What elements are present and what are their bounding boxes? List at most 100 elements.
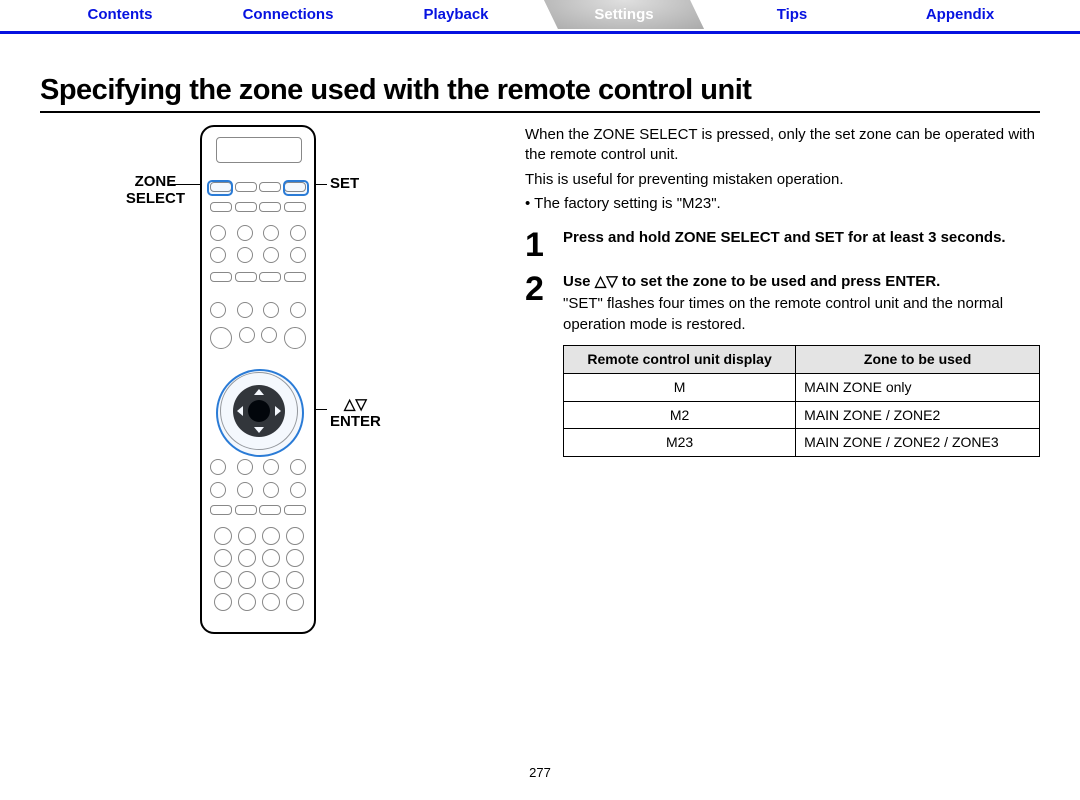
remote-btn: [263, 459, 279, 475]
remote-pill: [235, 202, 257, 212]
remote-btn: [239, 327, 255, 343]
zone-th-zone: Zone to be used: [796, 345, 1040, 373]
step-note: "SET" flashes four times on the remote c…: [563, 294, 1040, 335]
remote: [200, 125, 316, 634]
numpad-btn: [214, 571, 232, 589]
tab-contents[interactable]: Contents: [40, 0, 200, 29]
remote-lcd: [216, 137, 302, 163]
remote-btn: [237, 225, 253, 241]
cell-display: M: [564, 373, 796, 401]
tab-connections[interactable]: Connections: [208, 0, 368, 29]
numpad-btn: [214, 527, 232, 545]
tab-label: Connections: [243, 6, 334, 23]
remote-pill: [235, 505, 257, 515]
remote-btn: [290, 247, 306, 263]
remote-btn: [263, 225, 279, 241]
intro-bullet: The factory setting is "M23".: [525, 194, 1040, 214]
remote-pill: [259, 202, 281, 212]
step-num: 1: [525, 228, 551, 262]
numpad-btn: [238, 527, 256, 545]
highlight-nav: [216, 369, 304, 457]
table-row: M23 MAIN ZONE / ZONE2 / ZONE3: [564, 429, 1040, 457]
remote-btn: [263, 302, 279, 318]
remote-btn: [210, 327, 232, 349]
numpad-btn: [262, 527, 280, 545]
page-number: 277: [40, 765, 1040, 780]
remote-btn: [210, 459, 226, 475]
number-pad: [214, 527, 302, 611]
tab-tips[interactable]: Tips: [712, 0, 872, 29]
numpad-btn: [238, 593, 256, 611]
callout-zone-select-text: ZONE SELECT: [126, 173, 185, 207]
numpad-btn: [238, 549, 256, 567]
table-row: M2 MAIN ZONE / ZONE2: [564, 401, 1040, 429]
numpad-btn: [286, 593, 304, 611]
callout-set: SET: [330, 175, 359, 192]
numpad-btn: [286, 527, 304, 545]
page-title: Specifying the zone used with the remote…: [40, 74, 1040, 107]
numpad-btn: [214, 593, 232, 611]
tab-label: Contents: [88, 6, 153, 23]
tab-label: Tips: [777, 6, 808, 23]
remote-btn: [210, 247, 226, 263]
remote-pill: [259, 505, 281, 515]
remote-btn: [263, 247, 279, 263]
step-num: 2: [525, 272, 551, 306]
tab-playback[interactable]: Playback: [376, 0, 536, 29]
remote-btn: [237, 459, 253, 475]
tab-label: Settings: [594, 6, 653, 23]
remote-pill: [210, 272, 232, 282]
tab-label: Appendix: [926, 6, 994, 23]
numpad-btn: [214, 549, 232, 567]
remote-diagram: ZONE SELECT SET △▽ ENTER: [40, 125, 495, 685]
step-title: Press and hold ZONE SELECT and SET for a…: [563, 228, 1040, 248]
heading-rule: [40, 111, 1040, 113]
remote-btn: [237, 247, 253, 263]
numpad-btn: [238, 571, 256, 589]
remote-pill: [235, 182, 257, 192]
cell-zone: MAIN ZONE only: [796, 373, 1040, 401]
cell-display: M23: [564, 429, 796, 457]
remote-btn: [290, 302, 306, 318]
highlight-set: [283, 180, 309, 196]
tab-settings[interactable]: Settings: [544, 0, 704, 29]
numpad-btn: [262, 571, 280, 589]
step-1: 1 Press and hold ZONE SELECT and SET for…: [525, 228, 1040, 262]
nav-underline: [0, 31, 1080, 34]
remote-pill: [210, 202, 232, 212]
remote-btn: [237, 302, 253, 318]
remote-pill: [284, 202, 306, 212]
remote-pill: [210, 505, 232, 515]
remote-btn: [284, 327, 306, 349]
remote-btn: [237, 482, 253, 498]
cell-zone: MAIN ZONE / ZONE2 / ZONE3: [796, 429, 1040, 457]
highlight-zone-select: [207, 180, 233, 196]
numpad-btn: [286, 571, 304, 589]
remote-pill: [259, 182, 281, 192]
table-row: M MAIN ZONE only: [564, 373, 1040, 401]
zone-table: Remote control unit display Zone to be u…: [563, 345, 1040, 458]
nav-tabs: Contents Connections Playback Settings T…: [0, 0, 1080, 31]
remote-pill: [235, 272, 257, 282]
step2-prefix: Use: [563, 273, 595, 290]
remote-btn: [290, 459, 306, 475]
content-column: When the ZONE SELECT is pressed, only th…: [525, 125, 1040, 685]
remote-btn: [263, 482, 279, 498]
intro-p1: When the ZONE SELECT is pressed, only th…: [525, 125, 1040, 166]
numpad-btn: [286, 549, 304, 567]
remote-pill: [259, 272, 281, 282]
tab-label: Playback: [423, 6, 488, 23]
remote-btn: [290, 482, 306, 498]
tab-appendix[interactable]: Appendix: [880, 0, 1040, 29]
step2-arrows: △▽: [595, 273, 618, 290]
remote-pill: [284, 272, 306, 282]
callout-nav: △▽ ENTER: [330, 395, 381, 430]
cell-display: M2: [564, 401, 796, 429]
remote-btn: [290, 225, 306, 241]
step2-suffix: to set the zone to be used and press ENT…: [618, 273, 941, 290]
step-2: 2 Use △▽ to set the zone to be used and …: [525, 272, 1040, 457]
callout-zone-select: ZONE SELECT: [126, 173, 185, 207]
numpad-btn: [262, 549, 280, 567]
remote-pill: [284, 505, 306, 515]
intro-p2: This is useful for preventing mistaken o…: [525, 170, 1040, 190]
